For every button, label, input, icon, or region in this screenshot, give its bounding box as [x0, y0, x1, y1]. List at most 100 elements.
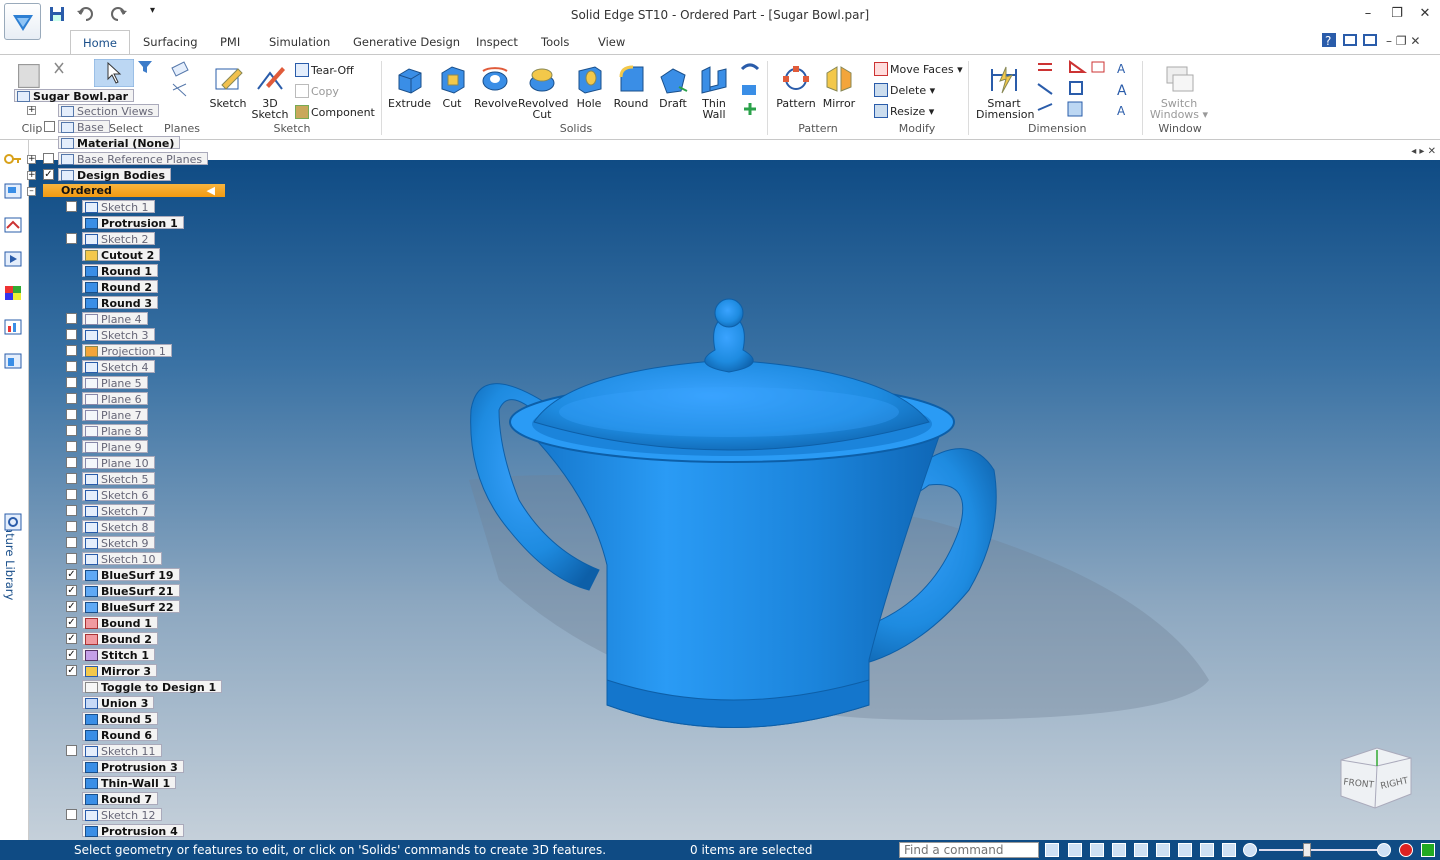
tree-feature-sketch[interactable]: Sketch 4 [82, 360, 155, 374]
zoom-icon[interactable] [1090, 843, 1104, 857]
feature-checkbox[interactable]: ✓ [66, 601, 77, 612]
mirror-button[interactable]: Mirror [820, 63, 858, 109]
tree-feature-thinwall[interactable]: Thin-Wall 1 [82, 776, 177, 790]
tree-feature-mirror[interactable]: Mirror 3 [82, 664, 158, 678]
tree-feature-plane[interactable]: Plane 8 [82, 424, 148, 438]
tree-feature-round[interactable]: Round 3 [82, 296, 159, 310]
feature-checkbox[interactable] [66, 393, 77, 404]
tab-view[interactable]: View [598, 35, 625, 49]
text-annotation-tools[interactable]: AAA [1116, 61, 1134, 121]
tree-feature-plane[interactable]: Plane 5 [82, 376, 148, 390]
tree-feature-sketch[interactable]: Sketch 1 [82, 200, 155, 214]
spin-about-icon[interactable] [1178, 843, 1192, 857]
tree-feature-cutout[interactable]: Cutout 2 [82, 248, 161, 262]
zoom-area-icon[interactable] [1068, 843, 1082, 857]
feature-checkbox[interactable] [66, 233, 77, 244]
display-style-icon[interactable] [1222, 843, 1236, 857]
tree-section-views[interactable]: Section Views [58, 104, 160, 118]
find-command-input[interactable] [899, 842, 1039, 858]
delete-button[interactable]: Delete ▾ [874, 83, 935, 97]
feature-checkbox[interactable] [66, 473, 77, 484]
view-orientation-icon[interactable] [1200, 843, 1214, 857]
pan-icon[interactable] [1134, 843, 1148, 857]
view-cube[interactable]: FRONT RIGHT [1339, 746, 1413, 810]
feature-checkbox[interactable] [66, 361, 77, 372]
tree-feature-toggle[interactable]: Toggle to Design 1 [82, 680, 223, 694]
tree-feature-bluesurf[interactable]: BlueSurf 19 [82, 568, 180, 582]
hole-button[interactable]: Hole [572, 63, 606, 109]
component-button[interactable]: Component [295, 105, 375, 119]
tree-feature-round[interactable]: Round 7 [82, 792, 159, 806]
feature-checkbox[interactable] [66, 809, 77, 820]
revolved-cut-button[interactable]: Revolved Cut [518, 63, 568, 120]
feature-checkbox[interactable]: ✓ [66, 569, 77, 580]
tree-feature-round[interactable]: Round 2 [82, 280, 159, 294]
move-faces-button[interactable]: Move Faces ▾ [874, 62, 963, 76]
tree-feature-plane[interactable]: Plane 10 [82, 456, 155, 470]
restore-icon[interactable]: ❐ [1387, 6, 1407, 24]
tree-feature-plane[interactable]: Plane 4 [82, 312, 148, 326]
tree-feature-round[interactable]: Round 1 [82, 264, 159, 278]
tree-feature-sketch[interactable]: Sketch 6 [82, 488, 155, 502]
tree-feature-projection[interactable]: Projection 1 [82, 344, 172, 358]
tree-feature-stitch[interactable]: Stitch 1 [82, 648, 156, 662]
feature-checkbox[interactable]: ✓ [66, 665, 77, 676]
draft-button[interactable]: Draft [656, 63, 690, 109]
minimize-icon[interactable]: – [1358, 6, 1378, 24]
base-checkbox[interactable] [44, 121, 55, 132]
arrow-right-icon[interactable] [1045, 843, 1059, 857]
round-button[interactable]: Round [610, 63, 652, 109]
tree-document-node[interactable]: Sugar Bowl.par [14, 89, 135, 103]
feature-checkbox[interactable]: ✓ [66, 649, 77, 660]
tree-feature-plane[interactable]: Plane 6 [82, 392, 148, 406]
zoom-out-icon[interactable] [1243, 843, 1257, 857]
tree-feature-sketch[interactable]: Sketch 3 [82, 328, 155, 342]
feature-checkbox[interactable] [66, 313, 77, 324]
zoom-slider[interactable] [1259, 849, 1377, 851]
feature-checkbox[interactable] [66, 409, 77, 420]
feature-checkbox[interactable] [66, 345, 77, 356]
tree-feature-round[interactable]: Round 6 [82, 728, 159, 742]
feature-checkbox[interactable] [66, 457, 77, 468]
tree-feature-protrusion[interactable]: Protrusion 3 [82, 760, 184, 774]
tree-base[interactable]: Base [58, 120, 110, 134]
tree-feature-sketch[interactable]: Sketch 10 [82, 552, 162, 566]
tree-feature-bound[interactable]: Bound 1 [82, 616, 158, 630]
feature-checkbox[interactable]: ✓ [66, 585, 77, 596]
revolve-button[interactable]: Revolve [474, 63, 518, 109]
feature-checkbox[interactable]: ✓ [66, 633, 77, 644]
design-bodies-checkbox[interactable]: ✓ [43, 169, 54, 180]
tree-feature-bluesurf[interactable]: BlueSurf 21 [82, 584, 180, 598]
feature-checkbox[interactable] [66, 505, 77, 516]
extrude-button[interactable]: Extrude [388, 63, 431, 109]
pattern-button[interactable]: Pattern [775, 63, 817, 109]
tree-base-reference-planes[interactable]: Base Reference Planes [58, 152, 209, 166]
feature-checkbox[interactable] [66, 537, 77, 548]
feature-checkbox[interactable] [66, 425, 77, 436]
solids-extra-tools[interactable] [740, 61, 760, 121]
tree-feature-union[interactable]: Union 3 [82, 696, 155, 710]
feature-checkbox[interactable] [66, 521, 77, 532]
thin-wall-button[interactable]: Thin Wall [696, 63, 732, 120]
tree-feature-sketch[interactable]: Sketch 2 [82, 232, 155, 246]
tear-off-button[interactable]: Tear-Off [295, 63, 354, 77]
zoom-in-icon[interactable] [1377, 843, 1391, 857]
tree-design-bodies[interactable]: Design Bodies [58, 168, 172, 182]
tree-feature-sketch[interactable]: Sketch 7 [82, 504, 155, 518]
tree-feature-bluesurf[interactable]: BlueSurf 22 [82, 600, 180, 614]
collapse-icon[interactable]: – [27, 187, 36, 196]
cut-button[interactable]: Cut [436, 63, 468, 109]
copy-button[interactable]: Copy [295, 84, 339, 98]
tree-feature-round[interactable]: Round 5 [82, 712, 159, 726]
tree-material[interactable]: Material (None) [58, 136, 181, 150]
stop-icon[interactable] [1399, 843, 1413, 857]
tree-feature-sketch[interactable]: Sketch 5 [82, 472, 155, 486]
tree-feature-protrusion[interactable]: Protrusion 1 [82, 216, 184, 230]
close-icon[interactable]: ✕ [1415, 6, 1435, 24]
tree-ordered-header[interactable]: Ordered ◀ [43, 184, 225, 197]
expand-icon[interactable]: + [27, 171, 36, 180]
tree-feature-sketch[interactable]: Sketch 12 [82, 808, 162, 822]
expand-statusbar-icon[interactable] [1421, 843, 1435, 857]
tab-tools[interactable]: Tools [541, 35, 569, 49]
tree-feature-protrusion[interactable]: Protrusion 4 [82, 824, 184, 838]
